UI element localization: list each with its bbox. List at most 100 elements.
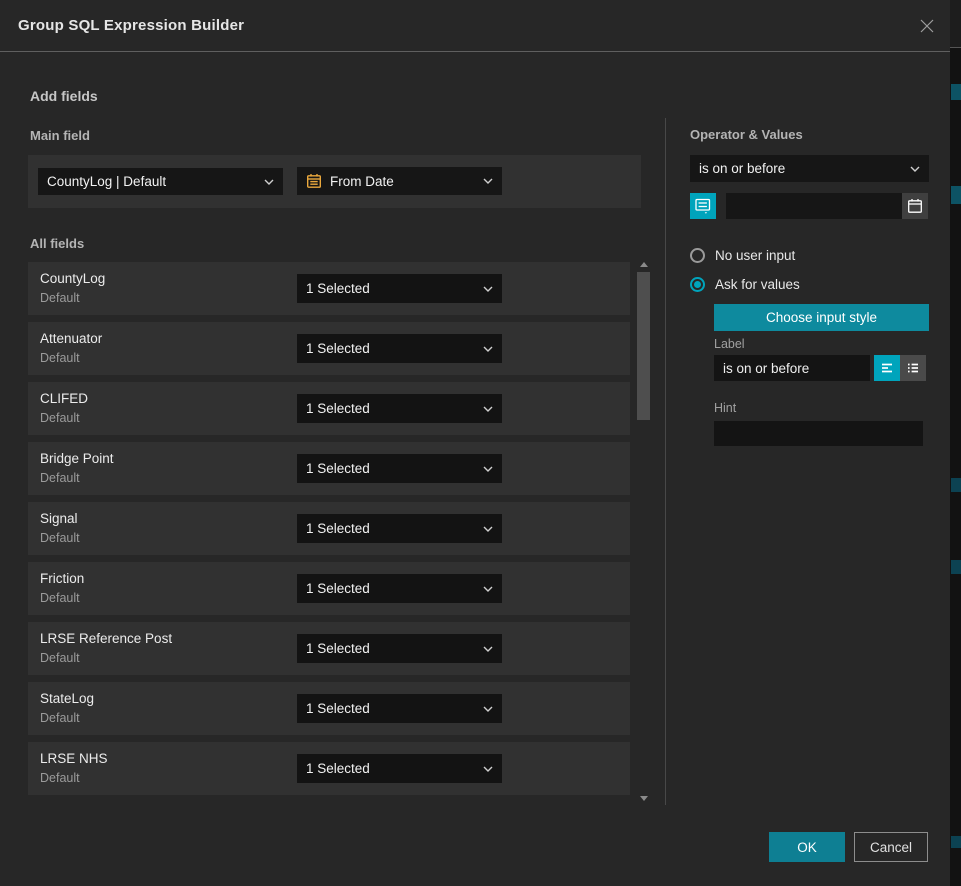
radio-ask-for-values-label: Ask for values bbox=[715, 277, 800, 292]
background-app-strip bbox=[950, 0, 961, 886]
value-input-type-button[interactable] bbox=[690, 193, 716, 219]
field-values-dropdown-value: 1 Selected bbox=[306, 581, 477, 596]
hint-input[interactable] bbox=[714, 421, 923, 446]
cancel-button[interactable]: Cancel bbox=[854, 832, 928, 862]
chevron-down-icon bbox=[910, 166, 920, 172]
field-values-dropdown-value: 1 Selected bbox=[306, 281, 477, 296]
chevron-down-icon bbox=[483, 646, 493, 652]
main-layer-dropdown-value: CountyLog | Default bbox=[47, 174, 258, 189]
field-values-dropdown-value: 1 Selected bbox=[306, 461, 477, 476]
field-row: Attenuator Default 1 Selected bbox=[28, 322, 630, 375]
scroll-up-icon[interactable] bbox=[640, 262, 648, 267]
field-subtitle: Default bbox=[40, 291, 80, 305]
field-name: Bridge Point bbox=[40, 451, 114, 466]
main-field-panel: CountyLog | Default From Date bbox=[28, 155, 641, 208]
label-input[interactable] bbox=[714, 355, 870, 381]
field-name: Attenuator bbox=[40, 331, 102, 346]
add-fields-heading: Add fields bbox=[30, 88, 98, 104]
main-layer-dropdown[interactable]: CountyLog | Default bbox=[38, 168, 283, 195]
list-scrollbar[interactable] bbox=[637, 258, 650, 803]
chevron-down-icon bbox=[483, 286, 493, 292]
background-app-fragment bbox=[951, 478, 961, 492]
field-values-dropdown[interactable]: 1 Selected bbox=[297, 754, 502, 783]
calendar-icon bbox=[306, 173, 322, 189]
chevron-down-icon bbox=[483, 346, 493, 352]
scroll-down-icon[interactable] bbox=[640, 796, 648, 801]
chevron-down-icon bbox=[483, 466, 493, 472]
group-sql-expression-builder-dialog: Group SQL Expression Builder Add fields … bbox=[0, 0, 950, 886]
chevron-down-icon bbox=[483, 406, 493, 412]
field-subtitle: Default bbox=[40, 771, 80, 785]
field-values-dropdown[interactable]: 1 Selected bbox=[297, 514, 502, 543]
field-values-dropdown[interactable]: 1 Selected bbox=[297, 274, 502, 303]
field-values-dropdown[interactable]: 1 Selected bbox=[297, 454, 502, 483]
field-values-dropdown-value: 1 Selected bbox=[306, 641, 477, 656]
radio-circle-icon bbox=[690, 248, 705, 263]
field-values-dropdown-value: 1 Selected bbox=[306, 521, 477, 536]
dialog-title: Group SQL Expression Builder bbox=[18, 0, 244, 52]
all-fields-list: CountyLog Default 1 Selected Attenuator Defa… bbox=[28, 262, 630, 802]
field-subtitle: Default bbox=[40, 471, 80, 485]
radio-ask-for-values[interactable]: Ask for values bbox=[690, 275, 800, 293]
value-set-icon bbox=[694, 197, 712, 215]
main-field-heading: Main field bbox=[30, 128, 90, 143]
field-values-dropdown-value: 1 Selected bbox=[306, 761, 477, 776]
background-app-fragment bbox=[951, 84, 961, 100]
field-values-dropdown[interactable]: 1 Selected bbox=[297, 634, 502, 663]
field-row: Signal Default 1 Selected bbox=[28, 502, 630, 555]
label-field-caption: Label bbox=[714, 337, 745, 351]
field-name: CLIFED bbox=[40, 391, 88, 406]
chevron-down-icon bbox=[483, 586, 493, 592]
main-field-dropdown-value: From Date bbox=[330, 174, 477, 189]
field-name: LRSE NHS bbox=[40, 751, 108, 766]
field-name: LRSE Reference Post bbox=[40, 631, 172, 646]
operator-dropdown-value: is on or before bbox=[699, 161, 904, 176]
ok-button[interactable]: OK bbox=[769, 832, 845, 862]
field-row: LRSE Reference PostDefault1 Selected bbox=[28, 622, 630, 675]
field-values-dropdown-value: 1 Selected bbox=[306, 701, 477, 716]
field-subtitle: Default bbox=[40, 351, 80, 365]
single-line-style-button[interactable] bbox=[874, 355, 900, 381]
list-style-button[interactable] bbox=[900, 355, 926, 381]
choose-input-style-button[interactable]: Choose input style bbox=[714, 304, 929, 331]
background-app-fragment bbox=[951, 560, 961, 574]
field-name: Signal bbox=[40, 511, 78, 526]
field-values-dropdown-value: 1 Selected bbox=[306, 341, 477, 356]
field-name: StateLog bbox=[40, 691, 94, 706]
field-row: CLIFED Default 1 Selected bbox=[28, 382, 630, 435]
field-subtitle: Default bbox=[40, 591, 80, 605]
dialog-header: Group SQL Expression Builder bbox=[0, 0, 950, 52]
background-app-fragment bbox=[951, 836, 961, 848]
field-subtitle: Default bbox=[40, 531, 80, 545]
field-values-dropdown[interactable]: 1 Selected bbox=[297, 394, 502, 423]
calendar-icon bbox=[907, 198, 923, 214]
field-row: StateLog Default 1 Selected bbox=[28, 682, 630, 735]
chevron-down-icon bbox=[483, 706, 493, 712]
field-subtitle: Default bbox=[40, 411, 80, 425]
bullet-list-icon bbox=[905, 360, 921, 376]
radio-no-user-input[interactable]: No user input bbox=[690, 246, 795, 264]
chevron-down-icon bbox=[483, 526, 493, 532]
field-values-dropdown[interactable]: 1 Selected bbox=[297, 694, 502, 723]
main-field-dropdown[interactable]: From Date bbox=[297, 167, 502, 195]
close-icon[interactable] bbox=[916, 15, 938, 37]
field-name: CountyLog bbox=[40, 271, 105, 286]
radio-no-user-input-label: No user input bbox=[715, 248, 795, 263]
scrollbar-thumb[interactable] bbox=[637, 272, 650, 420]
operator-dropdown[interactable]: is on or before bbox=[690, 155, 929, 182]
chevron-down-icon bbox=[483, 178, 493, 184]
date-picker-button[interactable] bbox=[902, 193, 928, 219]
date-value-input[interactable] bbox=[726, 193, 902, 219]
field-values-dropdown[interactable]: 1 Selected bbox=[297, 334, 502, 363]
chevron-down-icon bbox=[264, 179, 274, 185]
panel-divider bbox=[665, 118, 666, 805]
field-row: Bridge Point Default 1 Selected bbox=[28, 442, 630, 495]
field-values-dropdown-value: 1 Selected bbox=[306, 401, 477, 416]
all-fields-heading: All fields bbox=[30, 236, 84, 251]
field-row: CountyLog Default 1 Selected bbox=[28, 262, 630, 315]
background-app-fragment bbox=[951, 186, 961, 204]
hint-field-caption: Hint bbox=[714, 401, 736, 415]
field-subtitle: Default bbox=[40, 711, 80, 725]
radio-selected-icon bbox=[690, 277, 705, 292]
field-values-dropdown[interactable]: 1 Selected bbox=[297, 574, 502, 603]
